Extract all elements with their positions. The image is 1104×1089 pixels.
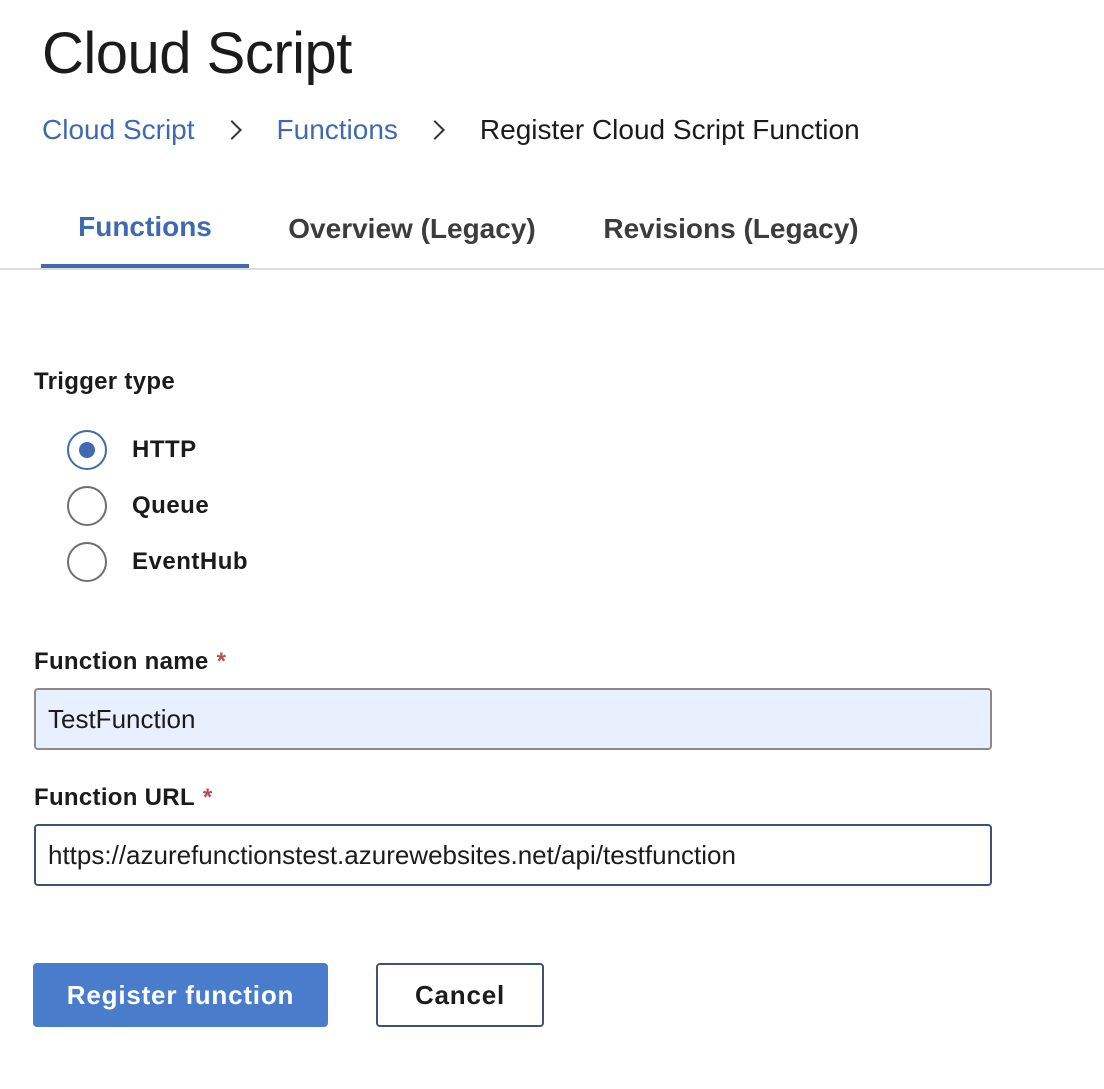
trigger-option-http[interactable]: HTTP	[67, 428, 197, 472]
trigger-option-label: Queue	[132, 492, 210, 519]
breadcrumb: Cloud Script Functions Register Cloud Sc…	[42, 110, 860, 150]
tab-overview-legacy[interactable]: Overview (Legacy)	[278, 190, 546, 268]
radio-checked-icon[interactable]	[67, 430, 107, 470]
tab-functions[interactable]: Functions	[41, 190, 249, 268]
register-function-page: Cloud Script Cloud Script Functions Regi…	[0, 0, 1104, 1089]
function-url-label: Function URL *	[34, 784, 213, 812]
function-name-label: Function name *	[34, 648, 226, 676]
tab-revisions-legacy[interactable]: Revisions (Legacy)	[596, 190, 866, 268]
page-title: Cloud Script	[42, 21, 352, 86]
breadcrumb-current-page: Register Cloud Script Function	[479, 114, 860, 145]
radio-unchecked-icon[interactable]	[67, 542, 107, 582]
function-url-label-text: Function URL	[34, 784, 195, 811]
function-name-label-text: Function name	[34, 648, 209, 675]
breadcrumb-link-functions[interactable]: Functions	[277, 114, 398, 146]
trigger-option-label: EventHub	[132, 548, 249, 575]
function-url-input[interactable]	[34, 824, 992, 886]
cancel-button[interactable]: Cancel	[376, 963, 544, 1027]
function-name-input[interactable]	[34, 688, 992, 750]
radio-unchecked-icon[interactable]	[67, 486, 107, 526]
chevron-right-icon	[425, 120, 445, 140]
register-function-button[interactable]: Register function	[33, 963, 328, 1027]
required-asterisk: *	[202, 784, 213, 811]
trigger-option-queue[interactable]: Queue	[67, 484, 209, 528]
tab-bar: Functions Overview (Legacy) Revisions (L…	[0, 190, 1104, 270]
trigger-type-label: Trigger type	[34, 368, 175, 395]
trigger-option-eventhub[interactable]: EventHub	[67, 540, 248, 584]
chevron-right-icon	[221, 120, 242, 140]
breadcrumb-link-cloud-script[interactable]: Cloud Script	[42, 114, 195, 146]
required-asterisk: *	[216, 648, 227, 675]
trigger-option-label: HTTP	[132, 436, 197, 463]
